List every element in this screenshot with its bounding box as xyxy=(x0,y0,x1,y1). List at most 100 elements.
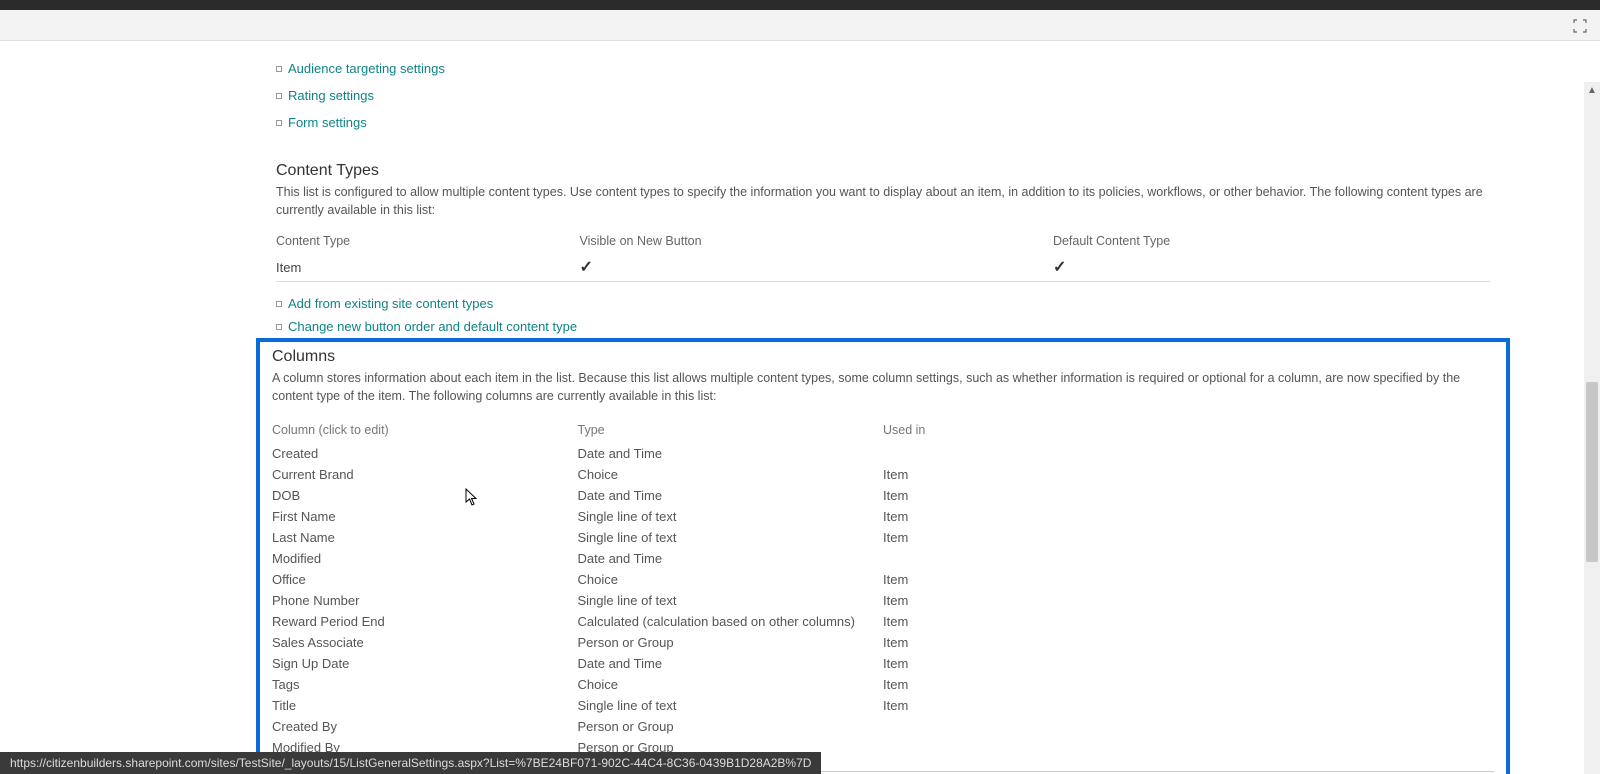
column-row: Sales Associate Person or GroupItem xyxy=(272,632,1494,653)
settings-link[interactable]: Form settings xyxy=(288,115,367,130)
content-type-action-link[interactable]: Change new button order and default cont… xyxy=(288,319,577,334)
column-used-in xyxy=(883,443,1494,464)
bullet-icon xyxy=(276,66,282,72)
column-name-link[interactable]: DOB xyxy=(272,488,300,503)
content-types-table: Content Type Visible on New Button Defau… xyxy=(276,229,1490,282)
ct-header-visible: Visible on New Button xyxy=(580,229,1053,253)
column-row: Created By Person or Group xyxy=(272,716,1494,737)
column-row: Title Single line of textItem xyxy=(272,695,1494,716)
column-name-link[interactable]: Phone Number xyxy=(272,593,359,608)
columns-description: A column stores information about each i… xyxy=(272,370,1494,405)
check-icon: ✓ xyxy=(1053,259,1066,276)
column-used-in: Item xyxy=(883,674,1494,695)
vertical-scrollbar[interactable]: ▲ ▼ xyxy=(1584,82,1600,774)
column-row: Last Name Single line of textItem xyxy=(272,527,1494,548)
columns-section-highlighted: Columns A column stores information abou… xyxy=(256,338,1510,774)
column-row: Phone Number Single line of textItem xyxy=(272,590,1494,611)
bullet-icon xyxy=(276,120,282,126)
column-used-in: Item xyxy=(883,695,1494,716)
column-name-link[interactable]: Created xyxy=(272,446,318,461)
col-header-type: Type xyxy=(578,415,884,443)
general-settings-links: Audience targeting settings Rating settin… xyxy=(276,55,1490,136)
col-header-used: Used in xyxy=(883,415,1494,443)
browser-chrome-strip xyxy=(0,10,1600,41)
content-types-section: Content Types This list is configured to… xyxy=(276,162,1490,338)
column-name-link[interactable]: Current Brand xyxy=(272,467,354,482)
column-used-in xyxy=(883,716,1494,737)
column-type: Date and Time xyxy=(578,653,884,674)
column-used-in xyxy=(883,737,1494,765)
column-name-link[interactable]: First Name xyxy=(272,509,336,524)
column-row: Modified Date and Time xyxy=(272,548,1494,569)
column-row: Office ChoiceItem xyxy=(272,569,1494,590)
focus-mode-icon[interactable] xyxy=(1572,18,1588,34)
settings-link[interactable]: Rating settings xyxy=(288,88,374,103)
column-type: Single line of text xyxy=(578,506,884,527)
settings-content: Audience targeting settings Rating settin… xyxy=(276,41,1490,774)
content-types-heading: Content Types xyxy=(276,162,1490,180)
column-row: Reward Period End Calculated (calculation… xyxy=(272,611,1494,632)
columns-table: Column (click to edit) Type Used in Crea… xyxy=(272,415,1494,765)
content-type-action-link[interactable]: Add from existing site content types xyxy=(288,296,493,311)
status-url-text: https://citizenbuilders.sharepoint.com/s… xyxy=(10,756,811,770)
check-icon: ✓ xyxy=(580,259,593,276)
column-type: Single line of text xyxy=(578,695,884,716)
content-type-name[interactable]: Item xyxy=(276,253,580,282)
col-header-name: Column (click to edit) xyxy=(272,415,578,443)
column-name-link[interactable]: Title xyxy=(272,698,296,713)
column-type: Single line of text xyxy=(578,527,884,548)
column-used-in: Item xyxy=(883,611,1494,632)
column-row: DOB Date and TimeItem xyxy=(272,485,1494,506)
content-type-row: Item✓✓ xyxy=(276,253,1490,282)
browser-status-bar: https://citizenbuilders.sharepoint.com/s… xyxy=(0,752,821,774)
column-used-in: Item xyxy=(883,632,1494,653)
column-type: Calculated (calculation based on other c… xyxy=(578,611,884,632)
column-name-link[interactable]: Sales Associate xyxy=(272,635,364,650)
column-name-link[interactable]: Tags xyxy=(272,677,299,692)
content-type-visible: ✓ xyxy=(580,253,1053,282)
column-type: Date and Time xyxy=(578,443,884,464)
settings-link-item: Rating settings xyxy=(276,82,1490,109)
ct-header-name: Content Type xyxy=(276,229,580,253)
column-used-in: Item xyxy=(883,485,1494,506)
content-types-description: This list is configured to allow multipl… xyxy=(276,184,1490,219)
content-type-action-item: Change new button order and default cont… xyxy=(276,315,1490,338)
column-name-link[interactable]: Modified xyxy=(272,551,321,566)
columns-heading: Columns xyxy=(272,348,1494,366)
column-type: Date and Time xyxy=(578,485,884,506)
column-used-in: Item xyxy=(883,527,1494,548)
column-type: Person or Group xyxy=(578,716,884,737)
column-row: First Name Single line of textItem xyxy=(272,506,1494,527)
bullet-icon xyxy=(276,324,282,330)
bullet-icon xyxy=(276,301,282,307)
settings-link-item: Form settings xyxy=(276,109,1490,136)
column-used-in: Item xyxy=(883,464,1494,485)
column-used-in: Item xyxy=(883,569,1494,590)
window-titlebar-dark xyxy=(0,0,1600,10)
column-row: Current BrandChoiceItem xyxy=(272,464,1494,485)
page-body: Audience targeting settings Rating settin… xyxy=(0,41,1600,774)
bullet-icon xyxy=(276,93,282,99)
column-name-link[interactable]: Office xyxy=(272,572,306,587)
settings-link[interactable]: Audience targeting settings xyxy=(288,61,445,76)
column-type: Choice xyxy=(578,674,884,695)
column-row: Tags ChoiceItem xyxy=(272,674,1494,695)
content-type-action-item: Add from existing site content types xyxy=(276,292,1490,315)
column-type: Single line of text xyxy=(578,590,884,611)
column-used-in: Item xyxy=(883,590,1494,611)
scroll-thumb[interactable] xyxy=(1586,382,1598,562)
ct-header-default: Default Content Type xyxy=(1053,229,1490,253)
column-used-in xyxy=(883,548,1494,569)
column-type: Person or Group xyxy=(578,632,884,653)
content-type-default: ✓ xyxy=(1053,253,1490,282)
column-name-link[interactable]: Sign Up Date xyxy=(272,656,349,671)
column-row: Sign Up DateDate and TimeItem xyxy=(272,653,1494,674)
scroll-up-arrow-icon[interactable]: ▲ xyxy=(1584,82,1600,98)
column-name-link[interactable]: Last Name xyxy=(272,530,335,545)
column-name-link[interactable]: Reward Period End xyxy=(272,614,385,629)
content-types-action-links: Add from existing site content types Chan… xyxy=(276,292,1490,338)
column-type: Choice xyxy=(578,569,884,590)
column-used-in: Item xyxy=(883,506,1494,527)
column-type: Date and Time xyxy=(578,548,884,569)
column-name-link[interactable]: Created By xyxy=(272,719,337,734)
